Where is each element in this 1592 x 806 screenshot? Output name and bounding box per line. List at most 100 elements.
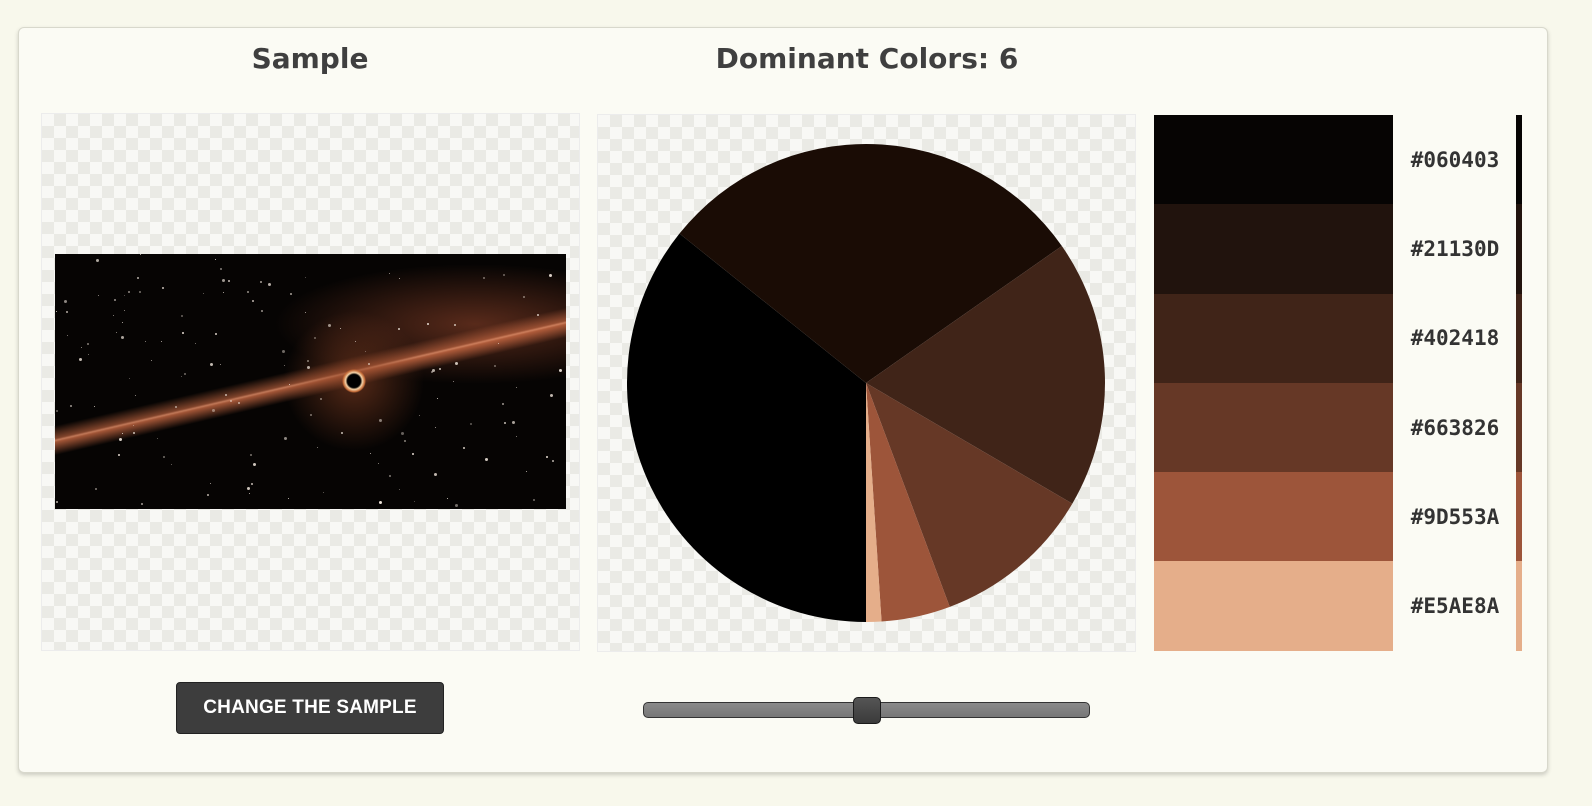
star-dot xyxy=(87,343,89,345)
star-dot xyxy=(290,293,292,295)
star-dot xyxy=(252,300,254,302)
star-dot xyxy=(437,398,438,399)
star-dot xyxy=(94,406,95,407)
color-hex-label: #9D553A xyxy=(1410,504,1500,529)
star-dot xyxy=(502,403,504,405)
star-dot xyxy=(307,366,310,369)
star-dot xyxy=(88,354,89,355)
star-dot xyxy=(175,406,177,408)
star-dot xyxy=(412,453,414,455)
star-dot xyxy=(470,423,472,425)
color-hex-label: #402418 xyxy=(1410,326,1500,351)
star-dot xyxy=(141,503,143,505)
star-dot xyxy=(454,324,456,326)
star-dot xyxy=(114,299,116,301)
star-dot xyxy=(314,337,316,339)
star-dot xyxy=(223,292,224,293)
star-dot xyxy=(56,501,58,503)
color-swatch xyxy=(1154,204,1393,294)
star-dot xyxy=(414,501,415,502)
star-dot xyxy=(526,471,527,472)
star-dot xyxy=(389,475,391,477)
sample-heading: Sample xyxy=(251,42,369,75)
star-dot xyxy=(182,332,184,334)
star-dot xyxy=(389,273,390,274)
star-dot xyxy=(268,283,271,286)
star-dot xyxy=(516,436,517,437)
star-dot xyxy=(419,415,420,416)
star-dot xyxy=(121,336,124,339)
color-edge-segment xyxy=(1516,561,1522,651)
color-count-slider-handle[interactable] xyxy=(852,697,881,724)
star-dot xyxy=(305,312,306,313)
star-dot xyxy=(435,427,436,428)
star-dot xyxy=(439,368,441,370)
color-edge-strip xyxy=(1516,115,1522,651)
star-dot xyxy=(253,463,256,466)
color-swatch xyxy=(1154,472,1393,562)
color-edge-segment xyxy=(1516,293,1522,383)
star-dot xyxy=(550,394,553,397)
star-dot xyxy=(404,440,406,442)
star-dot xyxy=(379,419,382,422)
star-dot xyxy=(251,483,253,485)
color-swatch-list xyxy=(1154,115,1393,651)
color-swatch xyxy=(1154,293,1393,383)
star-dot xyxy=(483,277,485,279)
star-dot xyxy=(81,347,82,348)
star-dot xyxy=(228,280,230,282)
star-dot xyxy=(455,362,458,365)
star-dot xyxy=(133,425,134,426)
dominant-colors-pie-chart xyxy=(627,144,1105,622)
star-dot xyxy=(516,387,517,388)
star-dot xyxy=(399,278,400,279)
star-dot xyxy=(427,323,429,325)
star-dot xyxy=(365,351,366,352)
star-dot xyxy=(447,498,448,499)
star-dot xyxy=(463,447,465,449)
star-dot xyxy=(249,493,250,494)
star-dot xyxy=(210,483,211,484)
star-dot xyxy=(215,259,216,260)
star-dot xyxy=(151,360,152,361)
color-hex-label: #E5AE8A xyxy=(1410,594,1500,619)
star-dot xyxy=(317,447,318,448)
star-dot xyxy=(56,311,57,312)
star-dot xyxy=(320,398,322,400)
star-dot xyxy=(310,414,312,416)
star-dot xyxy=(559,369,562,372)
star-dot xyxy=(328,324,331,327)
star-dot xyxy=(98,295,99,296)
star-dot xyxy=(498,343,499,344)
star-dot xyxy=(157,438,158,439)
star-dot xyxy=(250,454,252,456)
star-dot xyxy=(305,277,306,278)
star-dot xyxy=(56,410,58,412)
star-dot xyxy=(181,315,183,317)
star-dot xyxy=(523,296,525,298)
star-dot xyxy=(139,291,141,293)
color-hex-label: #060403 xyxy=(1410,147,1500,172)
star-dot xyxy=(434,473,437,476)
star-dot xyxy=(181,376,182,377)
star-dot xyxy=(289,384,290,385)
color-edge-segment xyxy=(1516,204,1522,294)
star-dot xyxy=(163,456,165,458)
star-dot xyxy=(203,293,204,294)
star-dot xyxy=(135,395,136,396)
star-dot xyxy=(118,454,120,456)
color-swatch xyxy=(1154,382,1393,473)
color-hex-labels: #060403 #21130D #402418 #663826 #9D553A #E5AE… xyxy=(1396,115,1514,651)
star-dot xyxy=(128,291,130,293)
change-sample-button[interactable]: CHANGE THE SAMPLE xyxy=(176,682,444,734)
star-dot xyxy=(122,433,123,434)
star-dot xyxy=(67,335,68,336)
star-dot xyxy=(162,287,164,289)
star-dot xyxy=(207,494,209,496)
star-dot xyxy=(161,341,162,342)
star-dot xyxy=(284,437,287,440)
star-dot xyxy=(184,373,186,375)
star-dot xyxy=(546,456,548,458)
star-dot xyxy=(124,310,125,311)
star-dot xyxy=(247,487,250,490)
